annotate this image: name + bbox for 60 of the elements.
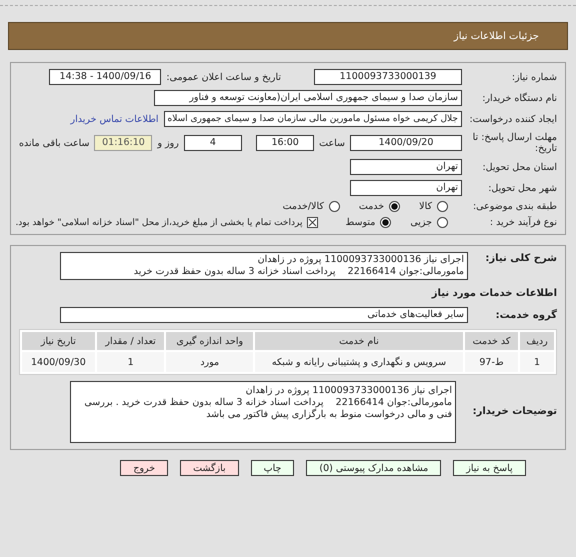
city-field: تهران: [350, 180, 462, 196]
field-label: طبقه بندی موضوعی:: [472, 201, 557, 212]
radio-label: متوسط: [345, 217, 376, 228]
deadline-time-field: 16:00: [256, 135, 314, 151]
field-label: ایجاد کننده درخواست:: [468, 114, 557, 124]
action-button[interactable]: چاپ: [250, 460, 294, 476]
table-cell: 1: [520, 352, 554, 372]
column-header: واحد اندازه گیری: [166, 332, 253, 350]
buyer-field: سازمان صدا و سیمای جمهوری اسلامی ایران(معاونت توسعه و فناور: [154, 90, 462, 106]
field-label: گروه خدمت:: [494, 308, 557, 322]
table-cell: مورد: [166, 352, 253, 372]
need-number-field: 1100093733000139: [314, 69, 462, 85]
service-group-field: سایر فعالیت‌های خدماتی: [60, 307, 468, 323]
field-label: ساعت باقی مانده: [19, 138, 90, 148]
field-label: شماره نیاز:: [510, 72, 557, 82]
column-header: کد خدمت: [464, 332, 518, 350]
page-title: جزئیات اطلاعات نیاز: [454, 30, 539, 42]
radio-label: جزیی: [410, 217, 432, 228]
radio-button[interactable]: [389, 201, 400, 212]
radio-label: کالا: [419, 201, 432, 212]
buyer-contact-link[interactable]: اطلاعات تماس خریدار: [70, 114, 159, 124]
radio-button[interactable]: [328, 201, 340, 212]
field-label: تاریخ و ساعت اعلان عمومی:: [166, 72, 281, 82]
column-header: تاریخ نیاز: [22, 332, 95, 350]
table-cell: 1400/09/30: [22, 352, 95, 372]
field-label: ساعت: [319, 138, 345, 148]
field-label: نام دستگاه خریدار:: [481, 92, 557, 104]
radio-label: خدمت: [358, 201, 384, 212]
remaining-time-field: 01:16:10: [94, 135, 152, 151]
column-header: تعداد / مقدار: [96, 332, 164, 350]
buyer-notes-field: اجرای نیاز 1100093733000136 پروژه در زاهدان مامورمالی:جوان 22166414 پرداخت اسناد خزانه 3 ساله بدون حفظ قدرت خرید . بررسی فنی و مالی درخواست منوط به بارگزاری پیش فاکتور می باشد: [70, 381, 456, 443]
announce-date-field: 1400/09/16 - 14:38: [49, 69, 162, 85]
column-header: نام خدمت: [254, 332, 463, 350]
field-label: روز و: [157, 138, 179, 148]
radio-button[interactable]: [380, 217, 392, 228]
radio-button[interactable]: [437, 201, 448, 212]
action-button[interactable]: خروج: [120, 460, 168, 476]
table-cell: ط-97: [464, 352, 518, 372]
description-field: اجرای نیاز 1100093733000136 پروژه در زاهدان مامورمالی:جوان 22166414 پرداخت اسناد خزانه 3 ساله بدون حفظ قدرت خرید: [60, 252, 468, 280]
field-label: توضیحات خریدار:: [473, 405, 557, 418]
table-cell: 1: [96, 352, 164, 372]
radio-button[interactable]: [437, 217, 448, 228]
field-label: مهلت ارسال پاسخ: تا تاریخ:: [472, 132, 557, 154]
days-field: 4: [184, 135, 242, 151]
column-header: ردیف: [520, 332, 554, 350]
action-button[interactable]: بازگشت: [180, 460, 239, 476]
field-label: استان محل تحویل:: [481, 162, 557, 172]
checkbox-label: پرداخت تمام یا بخشی از مبلغ خرید،از محل "اسناد خزانه اسلامی" خواهد بود.: [15, 218, 302, 228]
province-field: تهران: [350, 159, 462, 175]
radio-label: کالا/خدمت: [282, 201, 324, 212]
checkbox[interactable]: [307, 217, 318, 228]
field-label: شهر محل تحویل:: [487, 182, 557, 194]
field-label: نوع فرآیند خرید :: [488, 217, 557, 228]
action-button[interactable]: پاسخ به نیاز: [453, 460, 526, 476]
section-heading: اطلاعات خدمات مورد نیاز: [430, 287, 557, 301]
deadline-date-field: 1400/09/20: [350, 135, 462, 151]
creator-field: جلال کریمی خواه مسئول مامورین مالی سازمان صدا و سیمای جمهوری اسلاه: [164, 111, 462, 127]
action-button[interactable]: مشاهده مدارک پیوستی (0): [306, 460, 442, 476]
table-cell: سرویس و نگهداری و پشتیبانی رایانه و شبکه: [254, 352, 463, 372]
field-label: شرح کلی نیاز:: [484, 252, 557, 265]
